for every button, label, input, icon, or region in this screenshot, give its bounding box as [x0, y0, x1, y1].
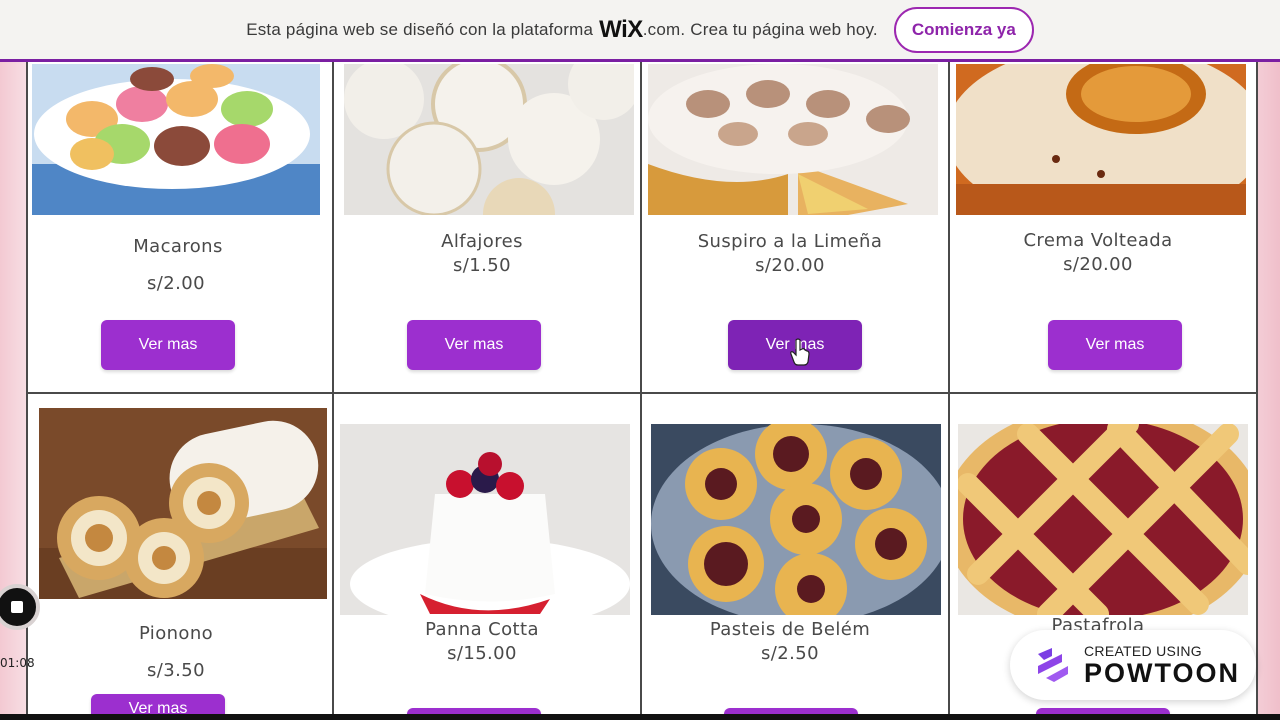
powtoon-logo-icon: [1038, 648, 1068, 682]
crema-volteada-image[interactable]: [956, 64, 1246, 215]
product-name: Crema Volteada: [1023, 230, 1173, 251]
product-price: s/20.00: [755, 255, 825, 276]
stop-icon: [11, 601, 23, 613]
wix-banner-text: Esta página web se diseñó con la platafo…: [246, 16, 884, 44]
product-price: s/1.50: [453, 255, 511, 276]
product-name: Suspiro a la Limeña: [697, 231, 883, 252]
powtoon-watermark: CREATED USING POWTOON: [1010, 630, 1256, 700]
product-grid: Macarons s/2.00 Alfajores s/1.50 Suspiro…: [26, 62, 1258, 720]
product-price: s/2.50: [761, 643, 819, 664]
ver-mas-button[interactable]: Ver mas: [101, 320, 235, 370]
powtoon-brand: POWTOON: [1084, 657, 1241, 688]
suspiro-image[interactable]: [648, 64, 938, 215]
wix-banner-text-after: .com. Crea tu página web hoy.: [642, 19, 878, 39]
pasteis-image[interactable]: [651, 424, 941, 615]
alfajores-image[interactable]: [344, 64, 634, 215]
product-name: Alfajores: [441, 231, 523, 252]
wix-banner: Esta página web se diseñó con la platafo…: [0, 0, 1280, 62]
product-price: s/2.00: [147, 273, 205, 294]
grid-divider: [1256, 62, 1258, 720]
panna-cotta-image[interactable]: [340, 424, 630, 615]
pastafrola-image[interactable]: [958, 424, 1248, 615]
product-name: Pionono: [138, 623, 214, 644]
wix-logo[interactable]: WiX: [599, 16, 643, 44]
ver-mas-button[interactable]: Ver mas: [407, 320, 541, 370]
pionono-image[interactable]: [39, 408, 327, 599]
video-bottom-bar: [0, 714, 1280, 720]
hand-cursor-icon: [790, 338, 810, 366]
product-price: s/20.00: [1063, 254, 1133, 275]
product-price: s/15.00: [447, 643, 517, 664]
product-price: s/3.50: [147, 660, 205, 681]
recording-timer: 01:08: [0, 656, 35, 670]
grid-divider: [26, 392, 1258, 394]
powtoon-created-using: CREATED USING: [1084, 642, 1202, 659]
ver-mas-button[interactable]: Ver mas: [1048, 320, 1182, 370]
wix-banner-text-before: Esta página web se diseñó con la platafo…: [246, 19, 594, 39]
product-name: Macarons: [133, 236, 223, 257]
product-name: Pasteis de Belém: [709, 619, 871, 640]
comienza-ya-button[interactable]: Comienza ya: [893, 6, 1034, 53]
macarons-image[interactable]: [32, 64, 320, 215]
product-name: Panna Cotta: [425, 619, 539, 640]
